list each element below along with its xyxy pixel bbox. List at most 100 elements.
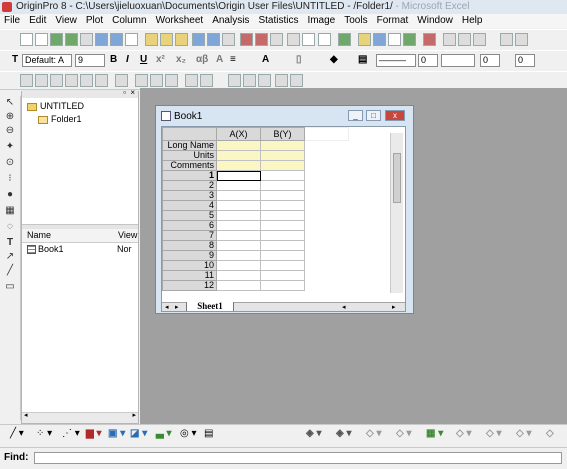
worksheet-vertical-scrollbar[interactable] — [390, 133, 403, 293]
cell[interactable] — [260, 280, 305, 291]
cell[interactable] — [260, 180, 305, 191]
save-project-icon[interactable] — [192, 33, 205, 46]
greek-icon[interactable]: αβ — [196, 54, 208, 65]
save-template-icon[interactable] — [207, 33, 220, 46]
font-color-icon[interactable]: A — [262, 54, 269, 65]
import-wizard-icon[interactable] — [270, 33, 283, 46]
duplicate-icon[interactable] — [318, 33, 331, 46]
import-multiple-icon[interactable] — [255, 33, 268, 46]
find-input[interactable] — [34, 452, 562, 464]
line-plot-icon[interactable]: ╱ ▾ — [10, 428, 24, 439]
draw-data-icon[interactable]: ◌ — [4, 222, 16, 232]
add-row-icon[interactable] — [515, 33, 528, 46]
font-select[interactable]: Default: A — [22, 54, 72, 67]
close-button[interactable]: x — [385, 110, 405, 121]
row-header[interactable]: 9 — [162, 250, 217, 261]
row-header[interactable]: 7 — [162, 230, 217, 241]
folder-tree-child[interactable]: Folder1 — [38, 114, 82, 124]
pattern-icon[interactable]: ▤ — [358, 54, 367, 65]
3d-bar-icon[interactable]: ◈ ▾ — [336, 428, 352, 439]
cell[interactable] — [216, 200, 261, 211]
menu-window[interactable]: Window — [413, 14, 458, 26]
align-left-icon[interactable] — [228, 74, 241, 87]
line-style-select[interactable]: ——— — [376, 54, 416, 67]
frequency-icon[interactable] — [115, 74, 128, 87]
new-graph-layer-icon[interactable] — [423, 33, 436, 46]
command-window-icon[interactable] — [403, 33, 416, 46]
project-explorer-icon[interactable] — [358, 33, 371, 46]
cell[interactable] — [260, 270, 305, 281]
pattern-value-select[interactable]: 0 — [515, 54, 535, 67]
region-mask-icon[interactable]: ▦ — [4, 206, 16, 216]
color-map-icon[interactable]: ▦ ▾ — [426, 428, 443, 439]
column-header-b[interactable]: B(Y) — [260, 127, 305, 141]
list-item[interactable]: Book1 Nor — [27, 244, 137, 256]
new-excel-icon[interactable] — [50, 33, 63, 46]
cell[interactable] — [260, 220, 305, 231]
fill-color-icon[interactable]: ◆ — [330, 54, 338, 65]
cell[interactable] — [260, 170, 305, 181]
cell[interactable] — [260, 190, 305, 201]
group-icon[interactable] — [275, 74, 288, 87]
menu-help[interactable]: Help — [458, 14, 488, 26]
new-layout-icon[interactable] — [110, 33, 123, 46]
menu-format[interactable]: Format — [373, 14, 414, 26]
sheet-scroll-right-icon[interactable]: ▸ — [392, 303, 396, 311]
cell[interactable] — [216, 220, 261, 231]
pin-icon[interactable]: ▫ — [123, 88, 126, 97]
new-function-icon[interactable] — [95, 33, 108, 46]
tab-scroll-left-icon[interactable]: ◂ — [165, 303, 169, 311]
statistics-icon[interactable] — [65, 74, 78, 87]
italic-icon[interactable]: I — [126, 54, 129, 65]
open-template-icon[interactable] — [160, 33, 173, 46]
row-header[interactable]: 10 — [162, 260, 217, 271]
superscript-icon[interactable]: x² — [156, 54, 165, 65]
line-width-select[interactable]: 0 — [418, 54, 438, 67]
menu-column[interactable]: Column — [108, 14, 151, 26]
menu-image[interactable]: Image — [303, 14, 340, 26]
column-name-header[interactable]: Name — [27, 230, 51, 240]
border-icon[interactable]: ▯ — [296, 54, 302, 65]
cell[interactable] — [260, 150, 305, 161]
code-builder-icon[interactable] — [338, 33, 351, 46]
ungroup-icon[interactable] — [290, 74, 303, 87]
row-header[interactable]: 12 — [162, 280, 217, 291]
minimize-button[interactable]: _ — [348, 110, 363, 121]
refresh-icon[interactable] — [302, 33, 315, 46]
menu-worksheet[interactable]: Worksheet — [152, 14, 209, 26]
cut-icon[interactable] — [443, 33, 456, 46]
screen-reader-icon[interactable]: ✦ — [4, 142, 16, 152]
multi-panel-icon[interactable]: ▣ ▾ — [108, 428, 125, 439]
3d-surface-icon[interactable]: ◈ ▾ — [306, 428, 322, 439]
row-stats-icon[interactable] — [95, 74, 108, 87]
align-center-icon[interactable] — [243, 74, 256, 87]
scatter-plot-icon[interactable]: ⁘ ▾ — [36, 428, 52, 439]
tilt-icon[interactable]: ◇ ▾ — [396, 428, 412, 439]
sort-icon[interactable] — [50, 74, 63, 87]
font-size-select[interactable]: 9 — [75, 54, 105, 67]
pointer-icon[interactable]: ↖ — [4, 98, 16, 108]
zoom-in-icon[interactable]: ⊕ — [4, 112, 16, 122]
cell[interactable] — [216, 180, 261, 191]
cell[interactable] — [216, 160, 261, 171]
folder-tree-root[interactable]: UNTITLED — [27, 101, 84, 111]
stack-icon[interactable] — [165, 74, 178, 87]
text-tool-icon[interactable]: T — [4, 238, 16, 248]
sheet-tab-sheet1[interactable]: Sheet1 — [186, 302, 234, 311]
open-icon[interactable] — [145, 33, 158, 46]
sheet-scroll-left-icon[interactable]: ◂ — [342, 303, 346, 311]
data-reader-icon[interactable]: ⊙ — [4, 158, 16, 168]
data-selector-icon[interactable]: ⁝ — [4, 174, 16, 184]
menu-statistics[interactable]: Statistics — [254, 14, 303, 26]
row-header[interactable]: 8 — [162, 240, 217, 251]
cell[interactable] — [216, 140, 261, 151]
subscript-icon[interactable]: x₂ — [176, 54, 186, 65]
new-workbook-icon[interactable] — [35, 33, 48, 46]
menu-edit[interactable]: Edit — [25, 14, 51, 26]
cell[interactable] — [260, 200, 305, 211]
menu-plot[interactable]: Plot — [82, 14, 108, 26]
unstack-icon[interactable] — [185, 74, 198, 87]
copy-icon[interactable] — [458, 33, 471, 46]
arrow-tool-icon[interactable]: ↗ — [4, 252, 16, 262]
open-excel-icon[interactable] — [175, 33, 188, 46]
